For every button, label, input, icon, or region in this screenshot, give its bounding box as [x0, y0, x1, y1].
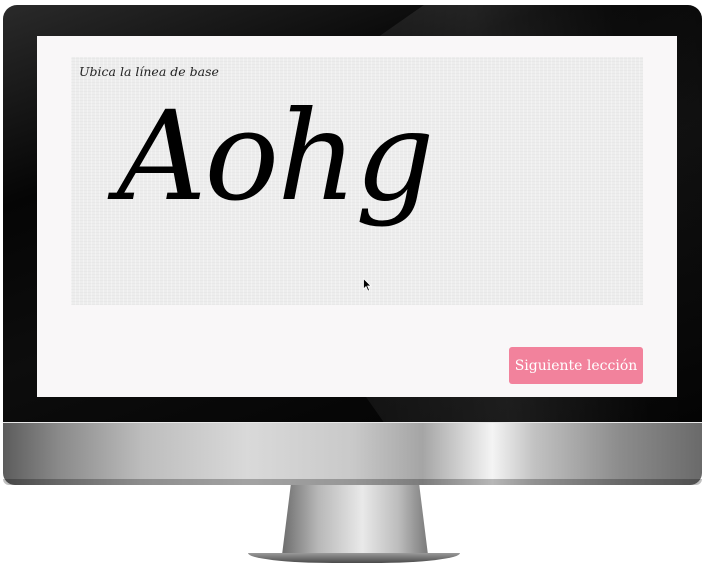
- mouse-pointer-icon: [363, 278, 372, 292]
- next-lesson-button[interactable]: Siguiente lección: [509, 347, 643, 384]
- monitor-stand: [282, 485, 428, 555]
- monitor-stand-base: [248, 553, 460, 563]
- monitor-mockup: Ubica la línea de base Aohg Siguiente le…: [0, 0, 705, 568]
- lesson-instruction: Ubica la línea de base: [79, 64, 219, 79]
- screen: Ubica la línea de base Aohg Siguiente le…: [37, 36, 677, 397]
- type-specimen[interactable]: Aohg: [117, 95, 434, 219]
- monitor-chin: [3, 422, 702, 485]
- specimen-panel[interactable]: Ubica la línea de base Aohg: [71, 57, 643, 305]
- monitor-bezel: Ubica la línea de base Aohg Siguiente le…: [3, 5, 702, 423]
